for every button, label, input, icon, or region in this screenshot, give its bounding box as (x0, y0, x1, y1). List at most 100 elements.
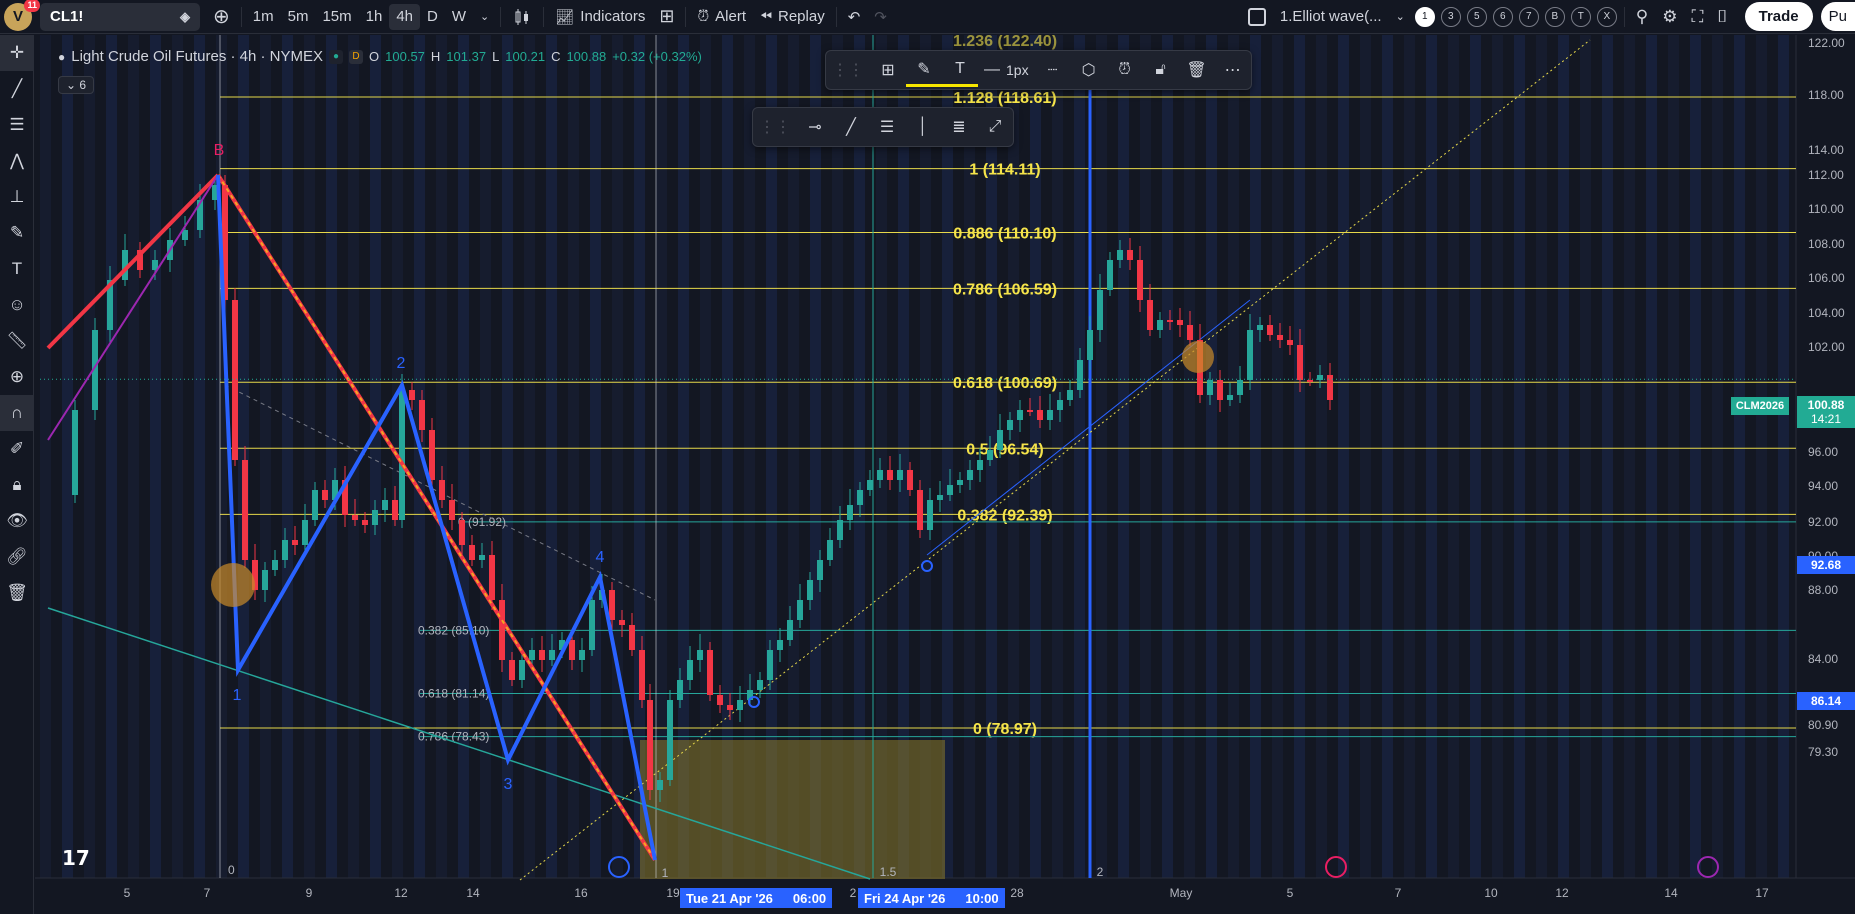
eye-icon[interactable]: 👁︎ (0, 503, 34, 539)
vertical-line-icon[interactable]: │ (905, 110, 941, 144)
publish-button[interactable]: Pu (1820, 2, 1855, 31)
settings-gear-icon[interactable]: ⚙ (1655, 4, 1684, 30)
layout-num-x[interactable]: X (1596, 6, 1617, 27)
tf-dropdown-chevron-icon[interactable]: ⌄ (473, 4, 496, 30)
magnet-icon[interactable]: ∩ (0, 395, 34, 431)
tf-5m[interactable]: 5m (281, 4, 316, 30)
settings-hex-icon[interactable]: ⬡ (1071, 53, 1107, 87)
candle-body (1087, 330, 1093, 360)
quick-search-icon[interactable]: ⚲ (1629, 4, 1655, 30)
alert-button[interactable]: ⏰︎ Alert (690, 4, 753, 30)
legend-title[interactable]: Light Crude Oil Futures · 4h · NYMEX (71, 48, 323, 65)
templates-grid-icon[interactable]: ⊞ (652, 4, 681, 30)
small-label: 1.5 (880, 865, 897, 879)
user-avatar[interactable]: V 11 (4, 0, 40, 31)
trash-icon[interactable]: 🗑︎ (0, 575, 34, 611)
pattern-xabcd-icon[interactable]: ⋀ (0, 143, 34, 179)
text-tool-icon[interactable]: T (0, 251, 34, 287)
layout-num-5[interactable]: 5 (1466, 6, 1487, 27)
fib-ext-label: 1 (114.11) (969, 162, 1040, 179)
indicators-button[interactable]: 📈︎ Indicators (548, 4, 652, 30)
fullscreen-icon[interactable]: ⛶ (1685, 4, 1711, 30)
stay-drawing-icon[interactable]: ✐ (0, 431, 34, 467)
symbol-search[interactable]: CL1! ◈ (40, 2, 200, 31)
replay-label: Replay (778, 8, 825, 25)
line-color-pencil-icon[interactable]: ✎ (906, 53, 942, 87)
tf-1h[interactable]: 1h (359, 4, 390, 30)
alert-add-icon[interactable]: ⏰︎ (1107, 53, 1143, 87)
layout-chevron-down-icon[interactable]: ⌄ (1389, 4, 1412, 30)
delete-trash-icon[interactable]: 🗑︎ (1179, 53, 1215, 87)
zoom-in-icon[interactable]: ⊕ (0, 359, 34, 395)
extended-line-icon[interactable]: ⤢ (977, 110, 1013, 144)
candle-body (647, 700, 653, 790)
redo-icon[interactable]: ↷ (867, 4, 894, 30)
ruler-icon[interactable]: 📏︎ (0, 323, 34, 359)
highlight-circle (211, 563, 255, 607)
symbol-flag-icon[interactable]: ◈ (180, 9, 190, 25)
date-highlight-2-time: 10:00 (965, 890, 999, 906)
tf-w[interactable]: W (445, 4, 473, 30)
projection-icon[interactable]: ⊥ (0, 179, 34, 215)
layout-num-t[interactable]: T (1570, 6, 1591, 27)
tf-4h[interactable]: 4h (389, 3, 421, 30)
tradingview-logo[interactable]: 17 (62, 846, 90, 870)
candle-body (382, 500, 388, 510)
undo-icon[interactable]: ↶ (841, 4, 868, 30)
drag-handle-icon[interactable]: ⋮⋮ (753, 110, 797, 144)
session-band (1734, 35, 1745, 878)
candle-type-icon[interactable] (505, 4, 539, 30)
y-tick-label: 122.00 (1808, 36, 1845, 50)
layout-checkbox-icon[interactable] (1241, 4, 1273, 30)
layout-num-6[interactable]: 6 (1492, 6, 1513, 27)
tf-1m[interactable]: 1m (246, 4, 281, 30)
candle-body (372, 510, 378, 525)
template-icon[interactable]: ⊞ (870, 53, 906, 87)
divider (685, 6, 687, 27)
more-dots-icon[interactable]: ⋯ (1215, 53, 1251, 87)
candle-body (529, 650, 535, 660)
chart-canvas[interactable]: 122.00 118.00 114.00 112.00 110.00 108.00 106.… (35, 35, 1855, 914)
trendline-tool-icon[interactable]: ╱ (833, 110, 869, 144)
text-color-icon[interactable]: T (942, 53, 978, 87)
drag-handle-icon[interactable]: ⋮⋮ (826, 53, 870, 87)
layout-name[interactable]: 1.Elliot wave(... (1273, 4, 1389, 30)
candle-body (1257, 325, 1263, 330)
replay-button[interactable]: ⏪︎ Replay (753, 4, 832, 30)
horizontal-ray-icon[interactable]: ⊸ (797, 110, 833, 144)
compare-add-icon[interactable]: ⊕ (206, 4, 237, 30)
layout-num-b[interactable]: B (1544, 6, 1565, 27)
alert-label: Alert (715, 8, 746, 25)
tf-d[interactable]: D (420, 4, 445, 30)
link-icon[interactable]: 🔗︎ (0, 539, 34, 575)
session-band (326, 35, 337, 878)
session-band (1646, 35, 1657, 878)
line-style-dotted-icon[interactable]: ┈ (1035, 53, 1071, 87)
snapshot-camera-icon[interactable]: ⌷ (1710, 4, 1734, 30)
date-highlight-1: Tue 21 Apr '26 06:00 (680, 888, 833, 908)
trendline-icon[interactable]: ╱ (0, 71, 34, 107)
indicator-collapse-toggle[interactable]: ⌄ 6 (58, 76, 95, 94)
layout-num-1[interactable]: 1 (1414, 6, 1435, 27)
parallel-channel-icon[interactable]: ☰ (869, 110, 905, 144)
pitchfork-icon[interactable]: ≣ (941, 110, 977, 144)
fib-retracement-icon[interactable]: ☰ (0, 107, 34, 143)
layout-num-7[interactable]: 7 (1518, 6, 1539, 27)
tf-15m[interactable]: 15m (315, 4, 358, 30)
trade-button[interactable]: Trade (1744, 2, 1813, 31)
line-width-button[interactable]: — 1px (978, 53, 1035, 87)
droplet-icon: ● (58, 49, 66, 64)
candle-body (687, 660, 693, 680)
chart-pane[interactable]: 122.00 118.00 114.00 112.00 110.00 108.00 106.… (35, 35, 1855, 914)
candle-body (322, 490, 328, 500)
wave-label: 3 (504, 776, 513, 793)
candle-body (897, 470, 903, 480)
emoji-icon[interactable]: ☺ (0, 287, 34, 323)
candle-body (362, 520, 368, 525)
brush-icon[interactable]: ✎ (0, 215, 34, 251)
session-band (1250, 35, 1261, 878)
layout-num-3[interactable]: 3 (1440, 6, 1461, 27)
unlock-icon[interactable]: 🔓︎ (1143, 53, 1179, 87)
crosshair-icon[interactable]: ✛ (0, 35, 34, 71)
lock-icon[interactable]: 🔒︎ (0, 467, 34, 503)
